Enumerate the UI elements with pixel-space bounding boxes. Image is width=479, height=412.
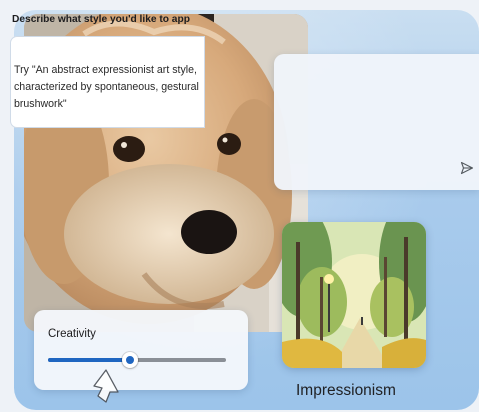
creativity-slider[interactable]	[48, 352, 226, 368]
send-icon	[460, 161, 474, 175]
creativity-label: Creativity	[48, 328, 96, 340]
mouse-pointer-icon	[88, 366, 128, 406]
prompt-placeholder-text[interactable]: Try "An abstract expressionist art style…	[14, 62, 199, 113]
creativity-slider-fill	[48, 358, 130, 362]
send-button[interactable]	[457, 158, 477, 178]
creativity-panel	[34, 310, 248, 390]
style-preset-name: Impressionism	[296, 382, 396, 399]
prompt-panel-title: Describe what style you'd like to app	[12, 14, 190, 25]
style-preset-thumbnail[interactable]	[282, 222, 426, 368]
impressionism-painting	[282, 222, 426, 368]
style-prompt-panel	[274, 54, 479, 190]
